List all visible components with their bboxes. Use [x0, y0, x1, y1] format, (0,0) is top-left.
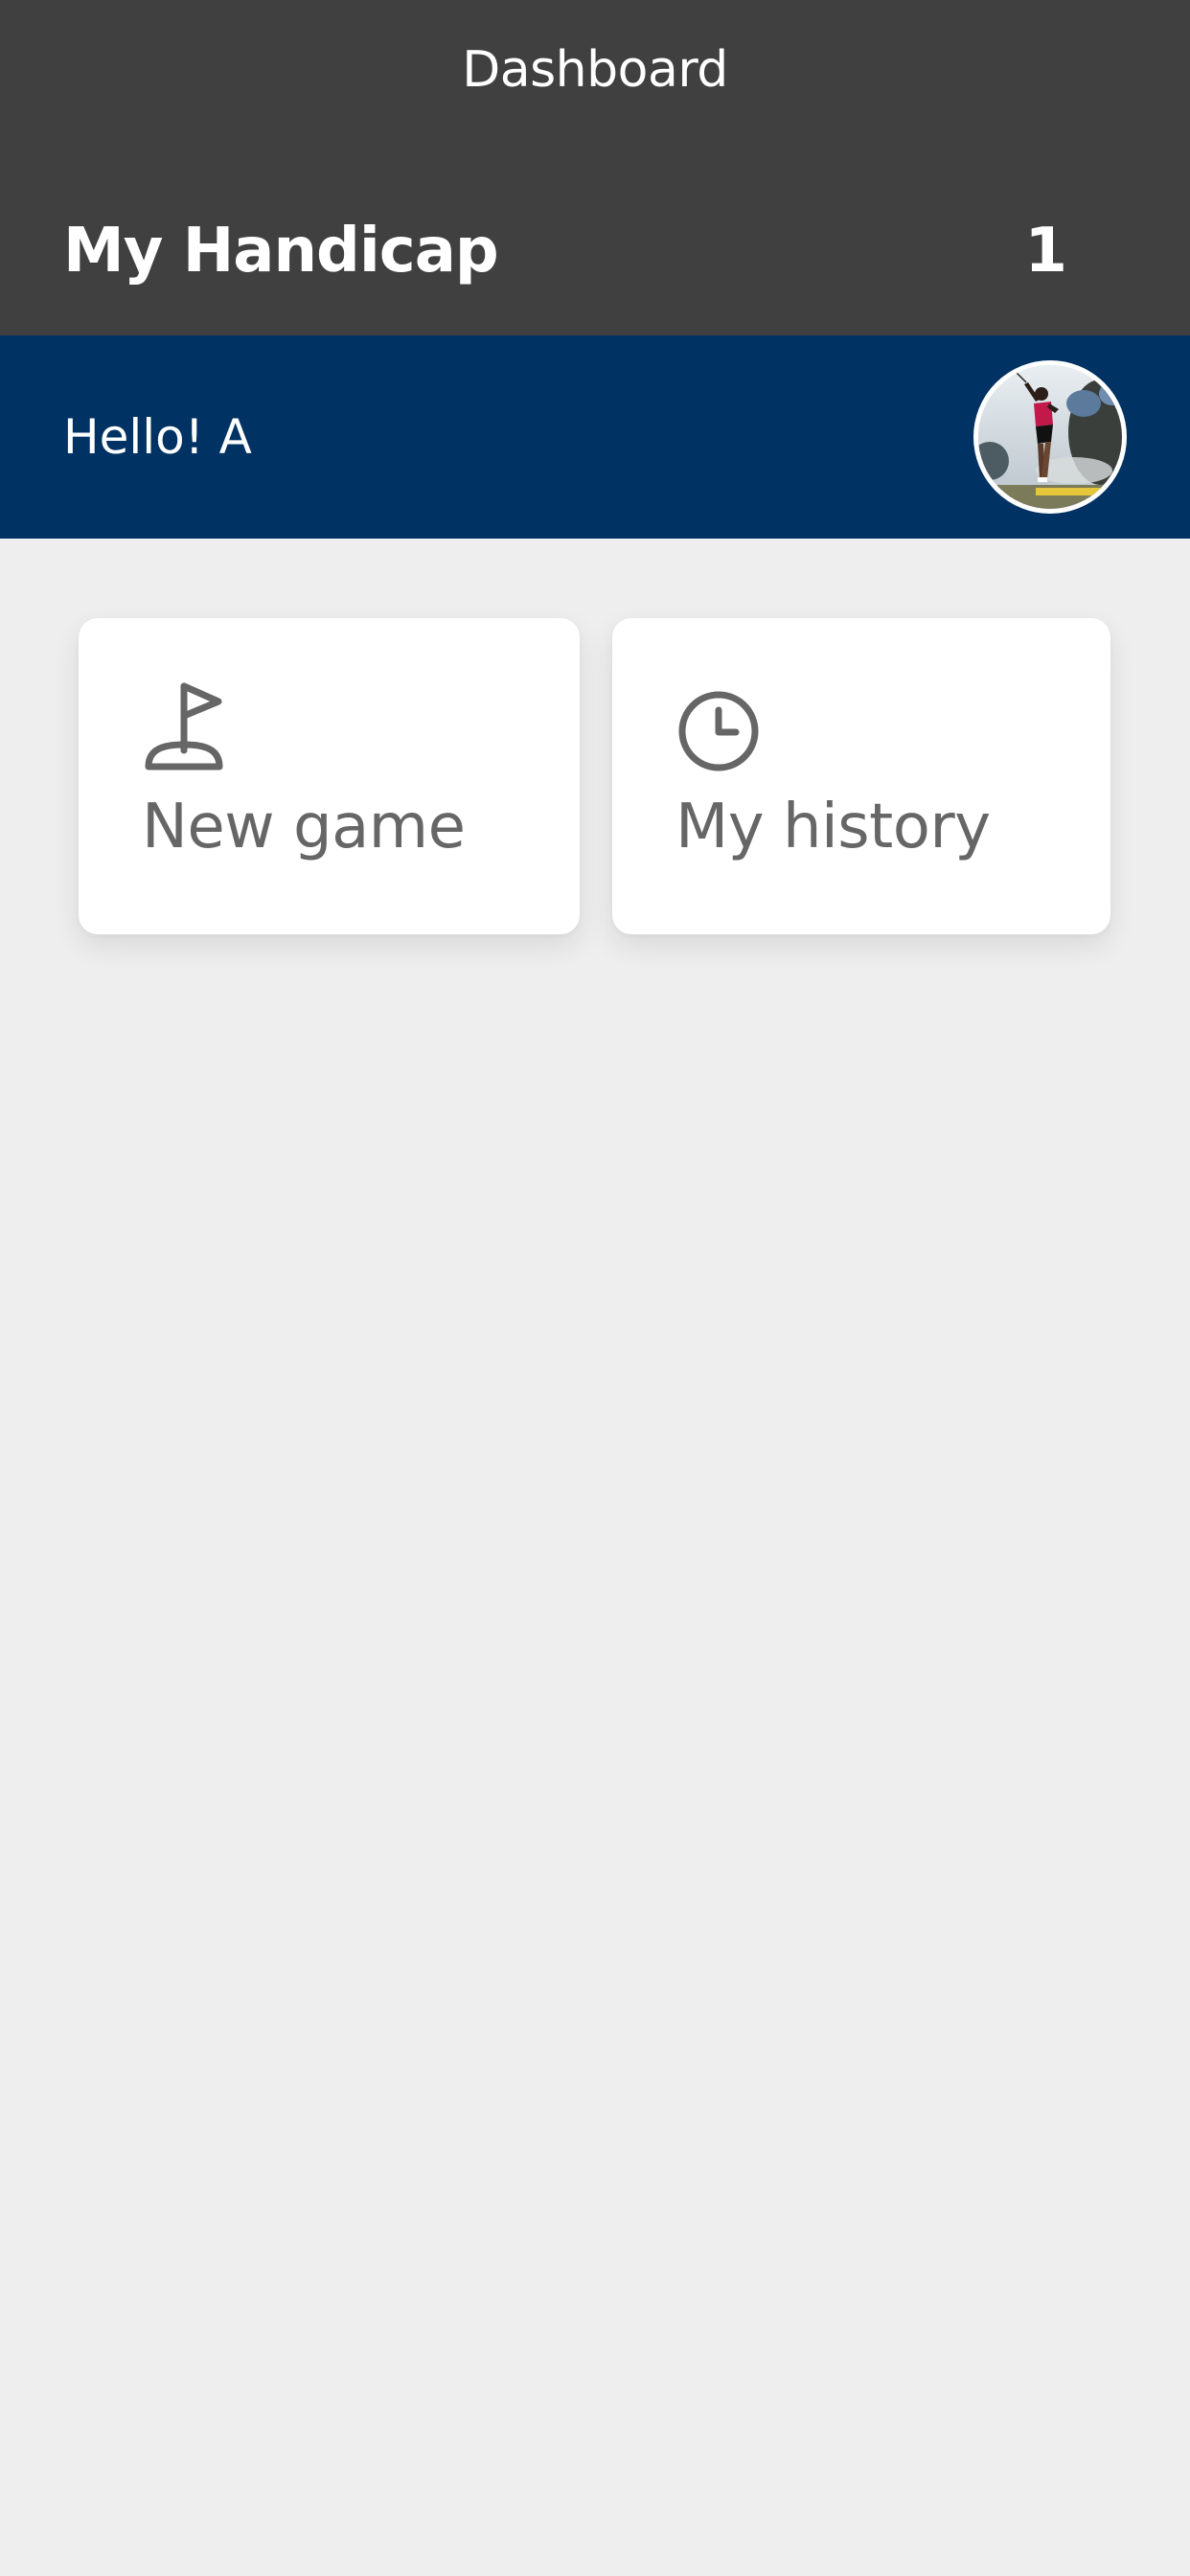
- page-title: Dashboard: [462, 41, 728, 99]
- golf-flag-icon: [142, 681, 228, 777]
- greeting-bar: Hello! A: [0, 335, 1190, 539]
- avatar[interactable]: [973, 360, 1127, 514]
- my-history-label: My history: [675, 792, 991, 862]
- new-game-label: New game: [142, 792, 466, 862]
- handicap-label: My Handicap: [63, 216, 499, 287]
- golfer-photo-icon: [978, 365, 1122, 509]
- handicap-value: 1: [1024, 216, 1067, 287]
- app-header: Dashboard My Handicap 1: [0, 0, 1190, 335]
- greeting-text: Hello! A: [63, 409, 252, 465]
- my-history-card[interactable]: My history: [612, 618, 1110, 934]
- new-game-card[interactable]: New game: [79, 618, 580, 934]
- clock-icon: [675, 681, 762, 777]
